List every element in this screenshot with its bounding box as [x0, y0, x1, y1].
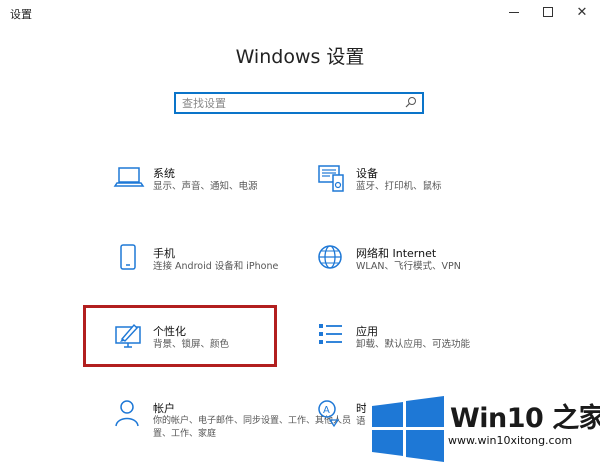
tile-accounts[interactable]: 帐户 你的帐户、电子邮件、同步设置、工作、其他人员 置、工作、家庭: [113, 398, 351, 458]
close-button[interactable]: ✕: [565, 0, 599, 24]
tile-phone[interactable]: 手机 连接 Android 设备和 iPhone: [113, 243, 303, 291]
minimize-button[interactable]: [497, 0, 531, 24]
search-box[interactable]: [174, 92, 424, 114]
tile-title: 应用: [356, 325, 378, 338]
tile-description: 语: [356, 416, 366, 427]
apps-list-icon: [319, 324, 342, 344]
page-title: Windows 设置: [235, 46, 365, 68]
tile-description: 卸载、默认应用、可选功能: [356, 339, 471, 350]
window-title: 设置: [10, 8, 32, 21]
search-icon[interactable]: [405, 96, 417, 108]
phone-icon: [120, 244, 136, 270]
tile-apps[interactable]: 应用 卸载、默认应用、可选功能: [316, 321, 506, 369]
tile-description: 显示、声音、通知、电源: [153, 181, 258, 192]
tile-title: 帐户: [153, 402, 175, 415]
tile-description: WLAN、飞行模式、VPN: [356, 261, 461, 272]
tile-title: 网络和 Internet: [356, 247, 437, 260]
close-icon: ✕: [576, 4, 588, 20]
watermark-url: www.win10xitong.com: [448, 434, 573, 447]
search-input[interactable]: [182, 96, 392, 110]
tile-title: 设备: [356, 167, 378, 180]
title-bar: 设置 ✕: [0, 0, 600, 26]
person-icon: [115, 400, 139, 427]
tile-title: 手机: [153, 247, 175, 260]
tile-description: 连接 Android 设备和 iPhone: [153, 261, 279, 272]
windows-logo-icon: [372, 396, 444, 462]
tile-system[interactable]: 系统 显示、声音、通知、电源: [113, 163, 303, 211]
laptop-icon: [113, 167, 145, 187]
minimize-icon: [509, 11, 519, 13]
globe-icon: [318, 245, 342, 269]
watermark: Win10 之家 www.win10xitong.com: [366, 392, 600, 470]
tile-title: 系统: [153, 167, 175, 180]
tile-description-line2: 置、工作、家庭: [153, 429, 217, 439]
tile-devices[interactable]: 设备 蓝牙、打印机、鼠标: [316, 163, 506, 211]
tile-network[interactable]: 网络和 Internet WLAN、飞行模式、VPN: [316, 243, 506, 291]
devices-icon: [318, 165, 344, 192]
svg-text:A: A: [323, 405, 330, 416]
time-language-icon: A: [318, 400, 340, 428]
highlight-frame: [83, 305, 277, 367]
maximize-icon: [543, 7, 553, 17]
tile-description: 蓝牙、打印机、鼠标: [356, 181, 442, 192]
maximize-button[interactable]: [531, 0, 565, 24]
watermark-brand: Win10 之家: [450, 403, 600, 434]
